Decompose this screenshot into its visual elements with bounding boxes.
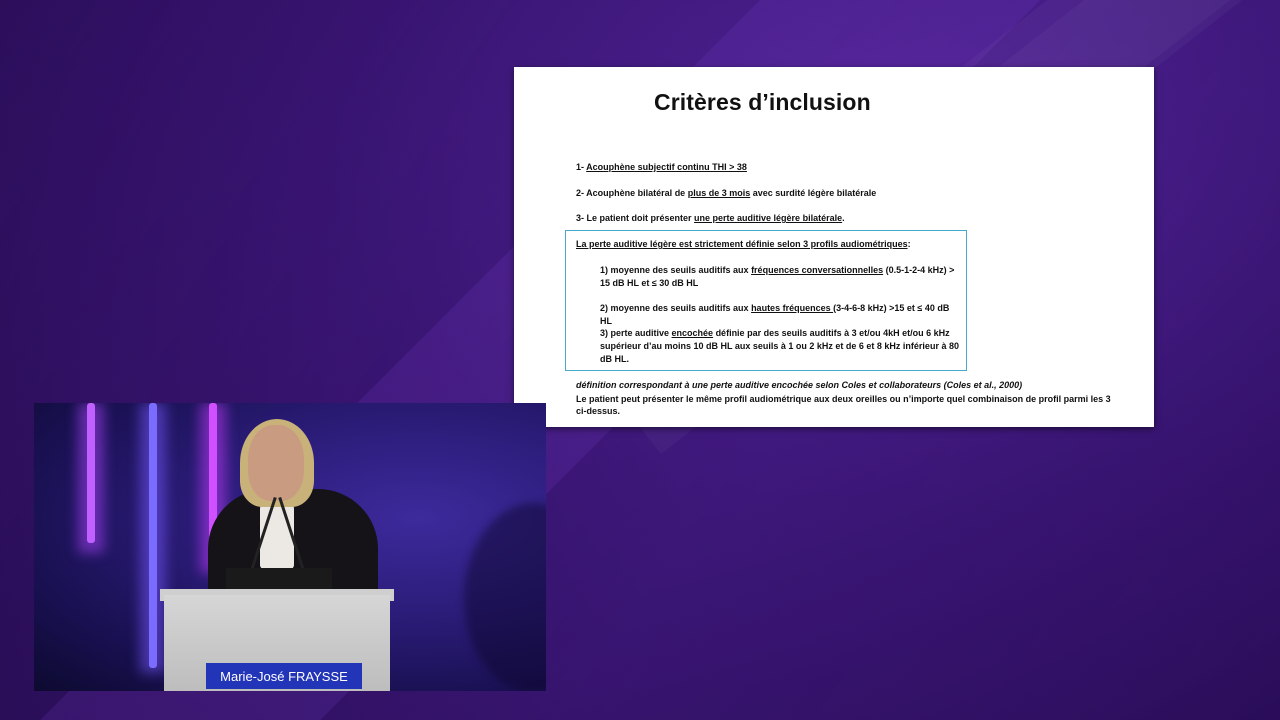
speaker-shirt: [260, 499, 294, 569]
profile-2-text: 2) moyenne des seuils auditifs aux: [600, 303, 752, 313]
profile-3-text: 3) perte auditive: [600, 328, 672, 338]
slide-title: Critères d’inclusion: [654, 89, 871, 115]
criterion-2: 2- Acouphène bilatéral de plus de 3 mois…: [576, 188, 876, 198]
criterion-1: 1- Acouphène subjectif continu THI > 38: [576, 162, 747, 172]
stage-light: [87, 403, 95, 543]
criterion-3-prefix: 3- Le patient doit présenter: [576, 213, 695, 223]
speaker-camera-feed: Marie-José FRAYSSE: [34, 403, 546, 691]
criterion-2-suffix: avec surdité légère bilatérale: [750, 188, 877, 198]
definition-heading-text: La perte auditive légère est strictement…: [576, 239, 908, 249]
profile-1-underlined: fréquences conversationnelles: [751, 265, 884, 275]
criterion-2-prefix: 2- Acouphène bilatéral de: [576, 188, 688, 198]
definition-source-note: définition correspondant à une perte aud…: [576, 380, 1023, 390]
definition-box: La perte auditive légère est strictement…: [565, 230, 967, 371]
profile-2-underlined: hautes fréquences: [751, 303, 834, 313]
definition-heading: La perte auditive légère est strictement…: [576, 239, 911, 249]
profile-2: 2) moyenne des seuils auditifs aux haute…: [600, 302, 962, 328]
stage-light: [149, 403, 157, 668]
speaker-shadow: [464, 503, 546, 691]
profile-3-underlined: encochée: [671, 328, 714, 338]
criterion-3-underlined: une perte auditive légère bilatérale: [694, 213, 843, 223]
profile-1-text: 1) moyenne des seuils auditifs aux: [600, 265, 752, 275]
profile-1: 1) moyenne des seuils auditifs aux fréqu…: [600, 264, 962, 290]
definition-heading-colon: :: [907, 239, 911, 249]
presentation-slide: Critères d’inclusion 1- Acouphène subjec…: [514, 67, 1154, 427]
speaker-face: [248, 425, 304, 501]
criterion-2-underlined: plus de 3 mois: [687, 188, 751, 198]
criterion-1-underlined: Acouphène subjectif continu THI > 38: [586, 162, 747, 172]
criterion-3-suffix: .: [842, 213, 845, 223]
speaker-name-plate: Marie-José FRAYSSE: [206, 663, 362, 689]
profile-3: 3) perte auditive encochée définie par d…: [600, 327, 962, 366]
criterion-1-prefix: 1-: [576, 162, 587, 172]
criterion-3: 3- Le patient doit présenter une perte a…: [576, 213, 845, 223]
profile-combination-note: Le patient peut présenter le même profil…: [576, 394, 1111, 416]
